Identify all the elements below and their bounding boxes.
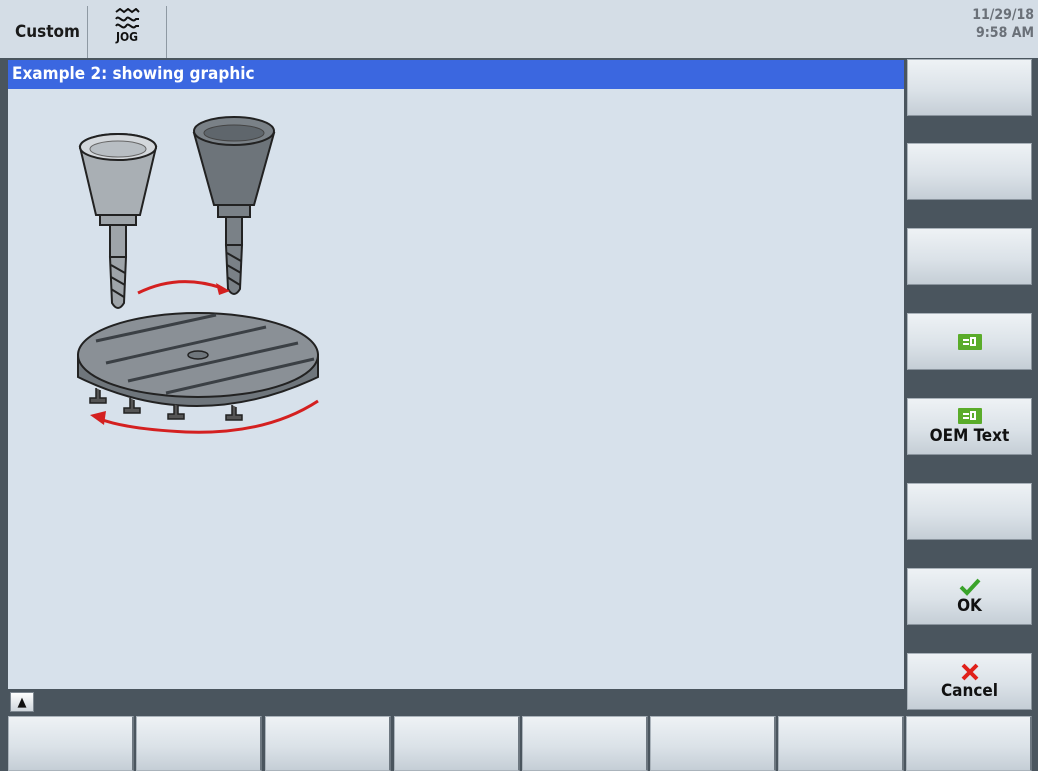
cancel-label: Cancel [940,680,999,701]
oem-icon [957,333,982,350]
cancel-button[interactable]: Cancel [907,653,1032,710]
top-bar: Custom JOG 11/29/18 9:58 AM [0,0,1038,58]
horizontal-softkey-8[interactable] [906,716,1032,771]
ok-label: OK [957,595,982,616]
oem-text-button[interactable]: OEM Text [907,398,1032,455]
horizontal-softkey-7[interactable] [778,716,904,771]
mode-label: JOG [115,30,139,44]
cross-icon [961,663,978,680]
date-time: 11/29/18 9:58 AM [972,6,1034,42]
vertical-softkey-3[interactable] [907,228,1032,285]
chevron-up-icon: ▲ [17,694,27,710]
oem-text-label: OEM Text [929,425,1010,446]
ok-button[interactable]: OK [907,568,1032,625]
scroll-up-button[interactable]: ▲ [10,692,34,712]
time-text: 9:58 AM [976,25,1034,41]
horizontal-softkey-2[interactable] [136,716,262,771]
jog-mode-icon [115,8,140,29]
scroll-bar: ▲ [8,689,904,714]
tool-change-arrow [137,280,223,295]
date-text: 11/29/18 [972,7,1034,23]
vertical-softkey-1[interactable] [907,59,1032,116]
right-tool-holder [192,116,276,295]
rotary-table [77,312,319,421]
operating-area-custom[interactable]: Custom [8,6,88,58]
rotary-table-tool-change-graphic [77,116,319,434]
operating-area-label: Custom [15,22,80,42]
dialog-title: Example 2: showing graphic [8,60,904,89]
horizontal-softkey-6[interactable] [650,716,776,771]
horizontal-softkey-4[interactable] [394,716,520,771]
checkmark-icon [959,578,980,596]
horizontal-softkey-1[interactable] [8,716,134,771]
left-tool-holder [78,133,158,309]
vertical-softkey-2[interactable] [907,143,1032,200]
oem-icon [957,407,982,424]
mode-jog[interactable]: JOG [88,6,167,58]
vertical-softkey-4-oem[interactable] [907,313,1032,370]
vertical-softkey-6[interactable] [907,483,1032,540]
horizontal-softkey-3[interactable] [265,716,391,771]
horizontal-softkey-5[interactable] [522,716,648,771]
table-rotation-arrowhead [90,411,106,425]
